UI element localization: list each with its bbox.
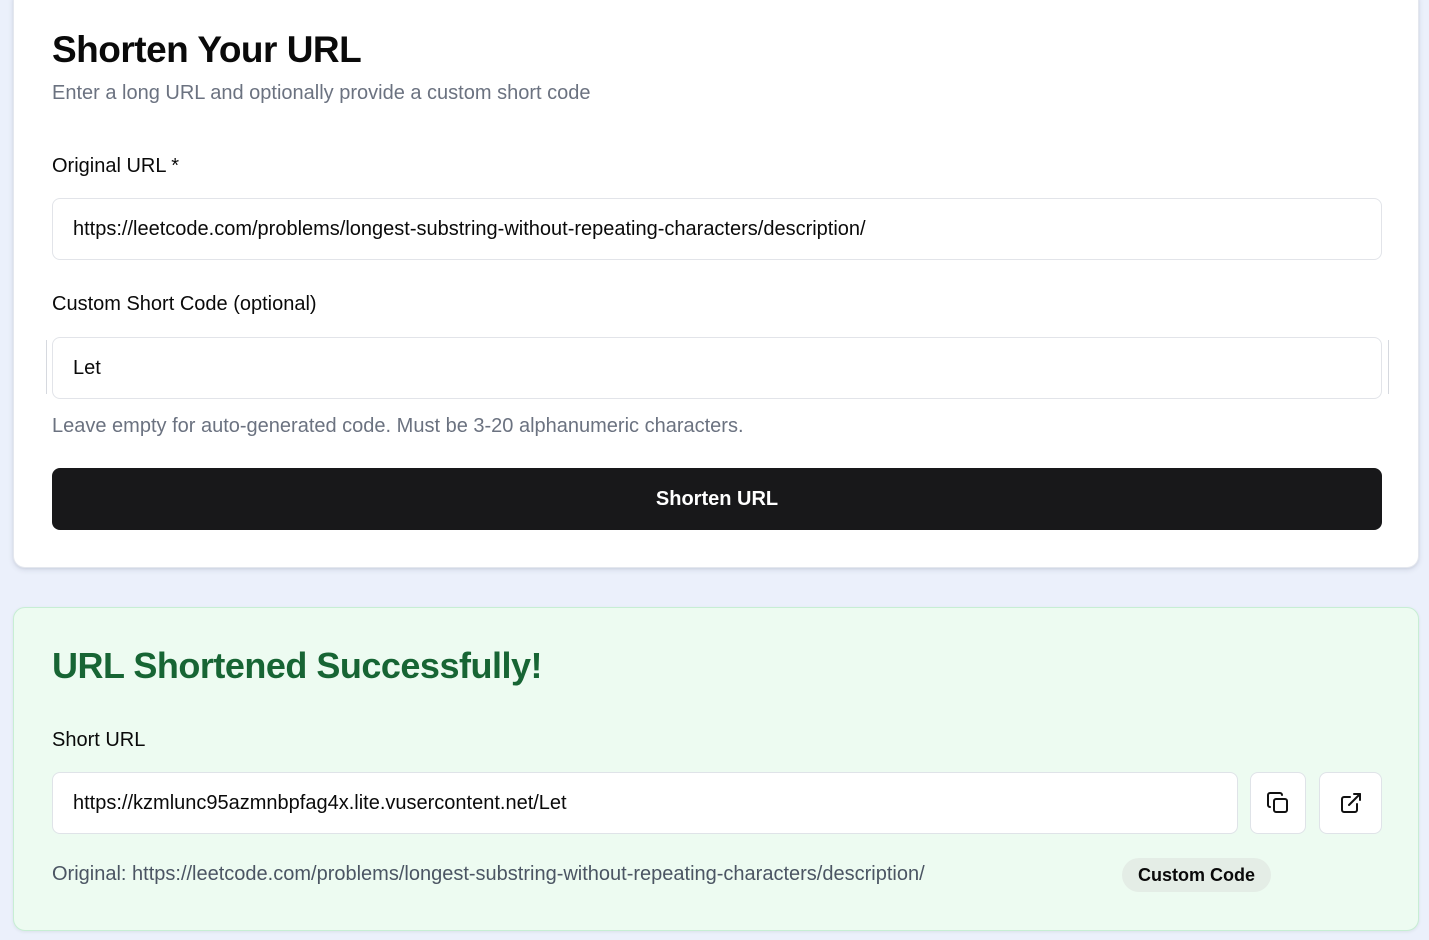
success-title: URL Shortened Successfully! [52,645,542,686]
shorten-form-card: Shorten Your URL Enter a long URL and op… [13,0,1419,568]
result-card: URL Shortened Successfully! Short URL ht… [13,607,1419,931]
custom-code-label: Custom Short Code (optional) [52,293,317,315]
custom-code-badge: Custom Code [1122,858,1271,892]
copy-icon [1267,792,1288,813]
external-link-icon [1340,793,1361,813]
page-title: Shorten Your URL [52,29,362,70]
short-url-label: Short URL [52,729,146,751]
custom-code-hint: Leave empty for auto-generated code. Mus… [52,415,744,437]
open-link-button[interactable] [1319,772,1382,834]
copy-button[interactable] [1250,772,1306,834]
short-url-input[interactable]: https://kzmlunc95azmnbpfag4x.lite.vuserc… [52,772,1238,834]
custom-code-input[interactable]: Let [52,337,1382,399]
original-url-text: Original: https://leetcode.com/problems/… [52,863,925,885]
input-edge-right [1388,340,1389,394]
page-subtitle: Enter a long URL and optionally provide … [52,82,591,104]
original-url-label: Original URL * [52,155,180,177]
input-edge-left [46,340,47,394]
original-url-input[interactable]: https://leetcode.com/problems/longest-su… [52,198,1382,260]
shorten-url-button[interactable]: Shorten URL [52,468,1382,530]
